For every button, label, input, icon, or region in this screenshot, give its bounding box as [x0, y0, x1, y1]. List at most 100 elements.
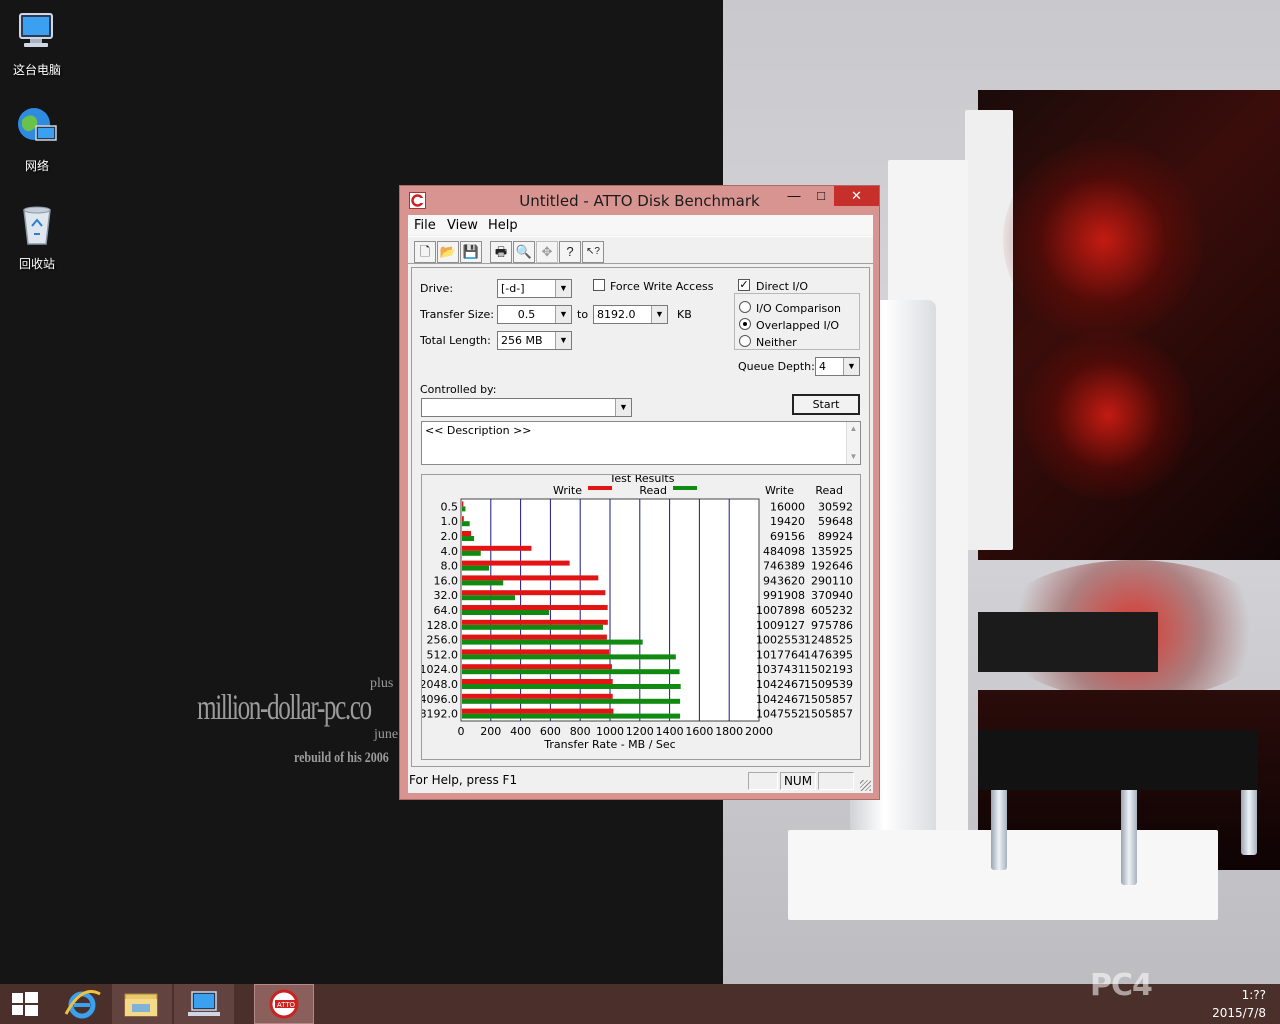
menu-help[interactable]: Help	[488, 218, 518, 233]
chevron-down-icon: ▼	[615, 399, 631, 416]
force-write-label: Force Write Access	[610, 280, 714, 293]
y-tick-label: 128.0	[427, 619, 459, 632]
close-button[interactable]: ✕	[834, 186, 879, 206]
neither-radio[interactable]	[739, 335, 751, 347]
chevron-down-icon: ▼	[555, 306, 571, 323]
y-tick-label: 4.0	[441, 545, 459, 558]
table-read-value: 1505857	[804, 708, 853, 721]
menu-view[interactable]: View	[447, 218, 478, 233]
transfer-to-value: 8192.0	[597, 308, 636, 321]
context-help-icon[interactable]: ↖?	[582, 241, 604, 263]
atto-logo-icon: ATTO	[269, 989, 299, 1019]
results-chart: Test ResultsWrite Read0 200 400 600 800 1000 12…	[420, 472, 854, 751]
table-read-value: 30592	[818, 500, 853, 513]
table-header-write: Write	[765, 484, 794, 497]
maximize-icon: □	[817, 188, 825, 203]
computer-icon	[188, 991, 220, 1016]
force-write-checkbox[interactable]	[593, 279, 605, 291]
table-read-value: 1248525	[804, 634, 853, 647]
recycle-bin-icon	[23, 206, 51, 245]
bar-read	[462, 521, 470, 527]
maximize-button[interactable]: □	[808, 186, 834, 206]
x-tick-label: 1400	[656, 725, 684, 738]
y-tick-label: 8192.0	[422, 708, 458, 721]
y-tick-label: 1.0	[441, 515, 459, 528]
x-tick-label: 1800	[715, 725, 743, 738]
table-write-value: 1042467	[756, 678, 805, 691]
table-write-value: 484098	[763, 545, 805, 558]
system-clock[interactable]: 1:?? 2015/7/8	[1212, 986, 1266, 1022]
drive-select[interactable]: [-d-] ▼	[497, 279, 572, 298]
help-icon[interactable]: ?	[559, 241, 581, 263]
table-write-value: 746389	[763, 560, 805, 573]
new-document-icon[interactable]: 🗋	[414, 241, 436, 263]
controlled-by-select[interactable]: ▼	[421, 398, 632, 417]
x-tick-label: 200	[480, 725, 501, 738]
save-icon[interactable]: 💾	[460, 241, 482, 263]
desktop-icon-this-pc[interactable]: 这台电脑	[0, 8, 74, 78]
taskbar-internet-explorer[interactable]	[54, 984, 114, 1024]
bar-write	[462, 708, 614, 714]
description-scrollbar[interactable]: ▲ ▼	[846, 422, 860, 464]
move-icon[interactable]: ✥	[536, 241, 558, 263]
status-cell-caps	[748, 772, 778, 790]
queue-depth-label: Queue Depth:	[738, 360, 815, 373]
table-write-value: 1007898	[756, 604, 805, 617]
print-icon[interactable]: 🖶	[490, 241, 512, 263]
chevron-down-icon: ▼	[555, 332, 571, 349]
menu-file[interactable]: File	[414, 218, 436, 233]
table-read-value: 1509539	[804, 678, 853, 691]
resize-grip-icon[interactable]	[860, 780, 871, 791]
legend-swatch-read	[673, 486, 697, 490]
toolbar: 🗋 📂 💾 🖶 🔍 ✥ ? ↖?	[408, 236, 873, 264]
taskbar-file-explorer[interactable]	[112, 984, 172, 1024]
watermark-line4: rebuild of his 2006	[294, 750, 389, 766]
desktop-icon-network[interactable]: 网络	[0, 104, 74, 174]
open-folder-icon[interactable]: 📂	[437, 241, 459, 263]
start-button[interactable]: Start	[792, 394, 860, 415]
window-titlebar[interactable]: Untitled - ATTO Disk Benchmark — □ ✕	[400, 186, 879, 215]
legend-label-read: Read	[639, 484, 667, 497]
table-write-value: 1037431	[756, 663, 805, 676]
description-box[interactable]: << Description >> ▲ ▼	[421, 421, 861, 465]
svg-text:ATTO: ATTO	[277, 1002, 296, 1009]
x-axis-label: Transfer Rate - MB / Sec	[543, 738, 675, 751]
start-button-windows[interactable]	[0, 984, 60, 1024]
table-read-value: 605232	[811, 604, 853, 617]
benchmark-settings-panel: Drive: [-d-] ▼ Force Write Access Transf…	[411, 267, 870, 767]
table-read-value: 1476395	[804, 648, 853, 661]
print-preview-icon[interactable]: 🔍	[513, 241, 535, 263]
chevron-down-icon: ▼	[843, 358, 859, 375]
computer-icon	[19, 13, 53, 47]
status-cell-num: NUM	[780, 772, 816, 790]
table-read-value: 1505857	[804, 693, 853, 706]
bar-write	[462, 590, 606, 596]
overlapped-io-radio[interactable]	[739, 318, 751, 330]
y-tick-label: 8.0	[441, 560, 459, 573]
taskbar: ATTO 1:?? 2015/7/8	[0, 984, 1280, 1024]
io-comparison-radio[interactable]	[739, 301, 751, 313]
transfer-size-from-select[interactable]: 0.5 ▼	[497, 305, 572, 324]
bar-read	[462, 639, 643, 645]
taskbar-atto-benchmark[interactable]: ATTO	[254, 984, 314, 1024]
taskbar-this-pc[interactable]	[174, 984, 234, 1024]
queue-depth-select[interactable]: 4 ▼	[815, 357, 860, 376]
bar-write	[462, 575, 599, 581]
bar-write	[462, 664, 612, 670]
direct-io-checkbox[interactable]: ✓	[738, 279, 750, 291]
bar-read	[462, 610, 550, 615]
bar-read	[462, 506, 466, 512]
transfer-size-to-select[interactable]: 8192.0 ▼	[593, 305, 668, 324]
table-write-value: 19420	[770, 515, 805, 528]
table-read-value: 1502193	[804, 663, 853, 676]
drive-label: Drive:	[420, 282, 454, 295]
bar-read	[462, 550, 481, 556]
table-write-value: 1002553	[756, 634, 805, 647]
minimize-button[interactable]: —	[780, 186, 808, 206]
to-label: to	[577, 308, 589, 321]
y-tick-label: 32.0	[434, 589, 459, 602]
total-length-select[interactable]: 256 MB ▼	[497, 331, 572, 350]
desktop-icon-recycle-bin[interactable]: 回收站	[0, 202, 74, 272]
bar-read	[462, 698, 681, 704]
bar-read	[462, 595, 515, 601]
